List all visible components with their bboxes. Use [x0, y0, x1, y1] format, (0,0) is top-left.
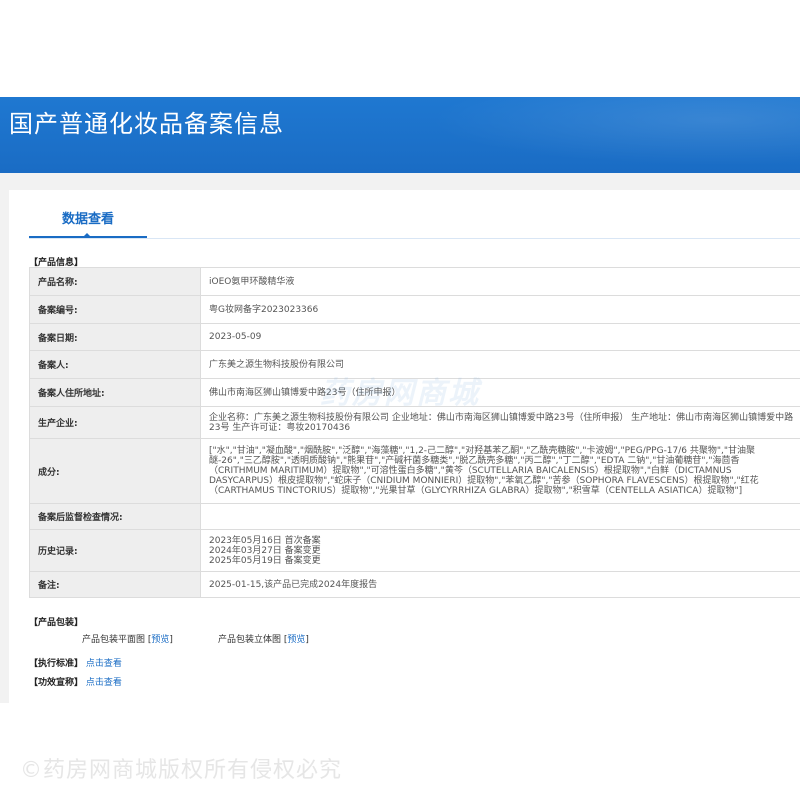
- row-label: 产品名称:: [29, 267, 201, 296]
- watermark-bottom: ©药房网商城版权所有侵权必究: [20, 758, 343, 783]
- page-title: 国产普通化妆品备案信息: [9, 110, 284, 138]
- packaging-flat-label: 产品包装平面图: [82, 635, 146, 645]
- packaging-flat-item: 产品包装平面图 [预览]: [82, 632, 173, 645]
- bracket-close: ]: [305, 635, 309, 645]
- row-label: 备案人:: [29, 350, 201, 379]
- table-row: 产品名称: iOEO氨甲环酸精华液: [29, 267, 800, 296]
- table-row: 备案日期: 2023-05-09: [29, 323, 800, 351]
- table-row: 历史记录: 2023年05月16日 首次备案 2024年03月27日 备案变更 …: [29, 529, 800, 572]
- row-value: ["水","甘油","凝血酸","烟酰胺","泛醇","海藻糖","1,2-己二…: [200, 438, 800, 504]
- row-value: 2023-05-09: [200, 323, 800, 351]
- header-banner: 国产普通化妆品备案信息: [0, 97, 800, 173]
- tab-label: 数据查看: [61, 212, 114, 227]
- row-value: 企业名称：广东美之源生物科技股份有限公司 企业地址：佛山市南海区狮山镇博爱中路2…: [200, 406, 800, 439]
- row-label: 备注:: [29, 571, 201, 598]
- preview-solid-link[interactable]: 预览: [287, 635, 305, 645]
- row-value: [200, 503, 800, 530]
- row-label: 成分:: [29, 438, 201, 504]
- row-label: 备案编号:: [29, 295, 201, 324]
- preview-flat-link[interactable]: 预览: [151, 635, 169, 645]
- content-card: 数据查看 【产品信息】 产品名称: iOEO氨甲环酸精华液 备案编号: 粤G妆网…: [9, 190, 800, 703]
- standard-view-link[interactable]: 点击查看: [86, 659, 122, 669]
- section-title-efficacy: 【功效宣称】: [29, 678, 84, 688]
- row-value: 佛山市南海区狮山镇博爱中路23号（住所申报）: [200, 378, 800, 407]
- row-label: 历史记录:: [29, 529, 201, 572]
- row-value: 2025-01-15,该产品已完成2024年度报告: [200, 571, 800, 598]
- tab-bar: 数据查看: [29, 190, 800, 239]
- table-row: 备案编号: 粤G妆网备字2023023366: [29, 295, 800, 324]
- product-info-table: 产品名称: iOEO氨甲环酸精华液 备案编号: 粤G妆网备字2023023366…: [29, 267, 800, 598]
- table-row: 生产企业: 企业名称：广东美之源生物科技股份有限公司 企业地址：佛山市南海区狮山…: [29, 406, 800, 439]
- row-value: 广东美之源生物科技股份有限公司: [200, 350, 800, 379]
- efficacy-row: 【功效宣称】 点击查看: [29, 675, 122, 688]
- bracket-close: ]: [169, 635, 173, 645]
- table-row: 备案后监督检查情况:: [29, 503, 800, 530]
- row-label: 备案后监督检查情况:: [29, 503, 201, 530]
- row-value: 粤G妆网备字2023023366: [200, 295, 800, 324]
- tab-caret-icon: [82, 233, 92, 238]
- packaging-solid-item: 产品包装立体图 [预览]: [218, 632, 309, 645]
- efficacy-view-link[interactable]: 点击查看: [86, 678, 122, 688]
- row-value: iOEO氨甲环酸精华液: [200, 267, 800, 296]
- packaging-solid-label: 产品包装立体图: [218, 635, 282, 645]
- table-row: 成分: ["水","甘油","凝血酸","烟酰胺","泛醇","海藻糖","1,…: [29, 438, 800, 504]
- row-label: 生产企业:: [29, 406, 201, 439]
- row-value: 2023年05月16日 首次备案 2024年03月27日 备案变更 2025年0…: [200, 529, 800, 572]
- row-label: 备案人住所地址:: [29, 378, 201, 407]
- section-title-standard: 【执行标准】: [29, 659, 84, 669]
- standard-row: 【执行标准】 点击查看: [29, 656, 122, 669]
- table-row: 备案人住所地址: 佛山市南海区狮山镇博爱中路23号（住所申报）: [29, 378, 800, 407]
- table-row: 备案人: 广东美之源生物科技股份有限公司: [29, 350, 800, 379]
- row-label: 备案日期:: [29, 323, 201, 351]
- section-title-packaging: 【产品包装】: [29, 618, 84, 628]
- tab-data-view[interactable]: 数据查看: [29, 190, 147, 238]
- table-row: 备注: 2025-01-15,该产品已完成2024年度报告: [29, 571, 800, 598]
